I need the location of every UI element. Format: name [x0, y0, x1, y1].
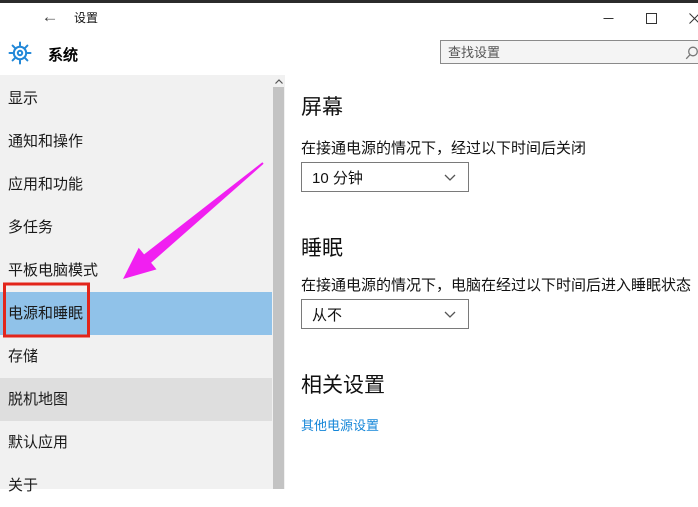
sidebar-item-about[interactable]: 关于 [0, 464, 272, 507]
back-arrow-icon: ← [42, 7, 59, 26]
search-input[interactable] [441, 41, 688, 63]
scrollbar-thumb[interactable] [273, 87, 284, 489]
sidebar-item-display[interactable]: 显示 [0, 77, 272, 120]
search-box [440, 40, 698, 64]
sleep-timeout-label: 在接通电源的情况下，电脑在经过以下时间后进入睡眠状态 [301, 274, 691, 295]
screen-timeout-dropdown[interactable]: 10 分钟 [301, 162, 469, 192]
additional-power-settings-link[interactable]: 其他电源设置 [301, 415, 379, 434]
window-controls [587, 3, 698, 33]
chevron-down-icon [444, 311, 456, 318]
sidebar-item-multitasking[interactable]: 多任务 [0, 206, 272, 249]
main-content: 屏幕 在接通电源的情况下，经过以下时间后关闭 10 分钟 睡眠 在接通电源的情况… [285, 75, 698, 489]
sidebar-nav: 显示 通知和操作 应用和功能 多任务 平板电脑模式 电源和睡眠 存储 脱机地图 … [0, 77, 272, 507]
chevron-up-icon [275, 79, 283, 84]
maximize-button[interactable] [630, 3, 673, 33]
sidebar-item-default-apps[interactable]: 默认应用 [0, 421, 272, 464]
minimize-button[interactable] [587, 3, 630, 33]
related-settings-heading: 相关设置 [301, 369, 385, 399]
window-title: 设置 [74, 3, 98, 33]
search-icon [684, 45, 698, 61]
close-button[interactable] [673, 3, 698, 33]
sidebar-item-power-sleep[interactable]: 电源和睡眠 [0, 292, 272, 335]
window-top-border [0, 0, 698, 3]
sidebar-item-notifications[interactable]: 通知和操作 [0, 120, 272, 163]
minimize-icon [603, 13, 614, 24]
sidebar-item-offline-maps[interactable]: 脱机地图 [0, 378, 272, 421]
sidebar-item-tablet-mode[interactable]: 平板电脑模式 [0, 249, 272, 292]
close-icon [689, 13, 698, 24]
scrollbar-up-button[interactable] [272, 75, 285, 87]
dropdown-selected-value: 从不 [312, 304, 342, 325]
sidebar: 显示 通知和操作 应用和功能 多任务 平板电脑模式 电源和睡眠 存储 脱机地图 … [0, 75, 285, 489]
screen-section-heading: 屏幕 [301, 91, 343, 121]
sleep-timeout-dropdown[interactable]: 从不 [301, 299, 469, 329]
sidebar-item-apps-features[interactable]: 应用和功能 [0, 163, 272, 206]
sidebar-item-storage[interactable]: 存储 [0, 335, 272, 378]
dropdown-selected-value: 10 分钟 [312, 167, 363, 188]
sidebar-scrollbar[interactable] [272, 75, 285, 489]
chevron-down-icon [444, 174, 456, 181]
screen-timeout-label: 在接通电源的情况下，经过以下时间后关闭 [301, 137, 586, 158]
sleep-section-heading: 睡眠 [301, 232, 343, 262]
titlebar: ← 设置 [0, 3, 698, 33]
settings-gear-icon [8, 41, 32, 65]
back-button[interactable]: ← [38, 3, 62, 33]
maximize-icon [646, 13, 657, 24]
page-header: 系统 [0, 33, 698, 75]
page-title: 系统 [48, 44, 78, 65]
